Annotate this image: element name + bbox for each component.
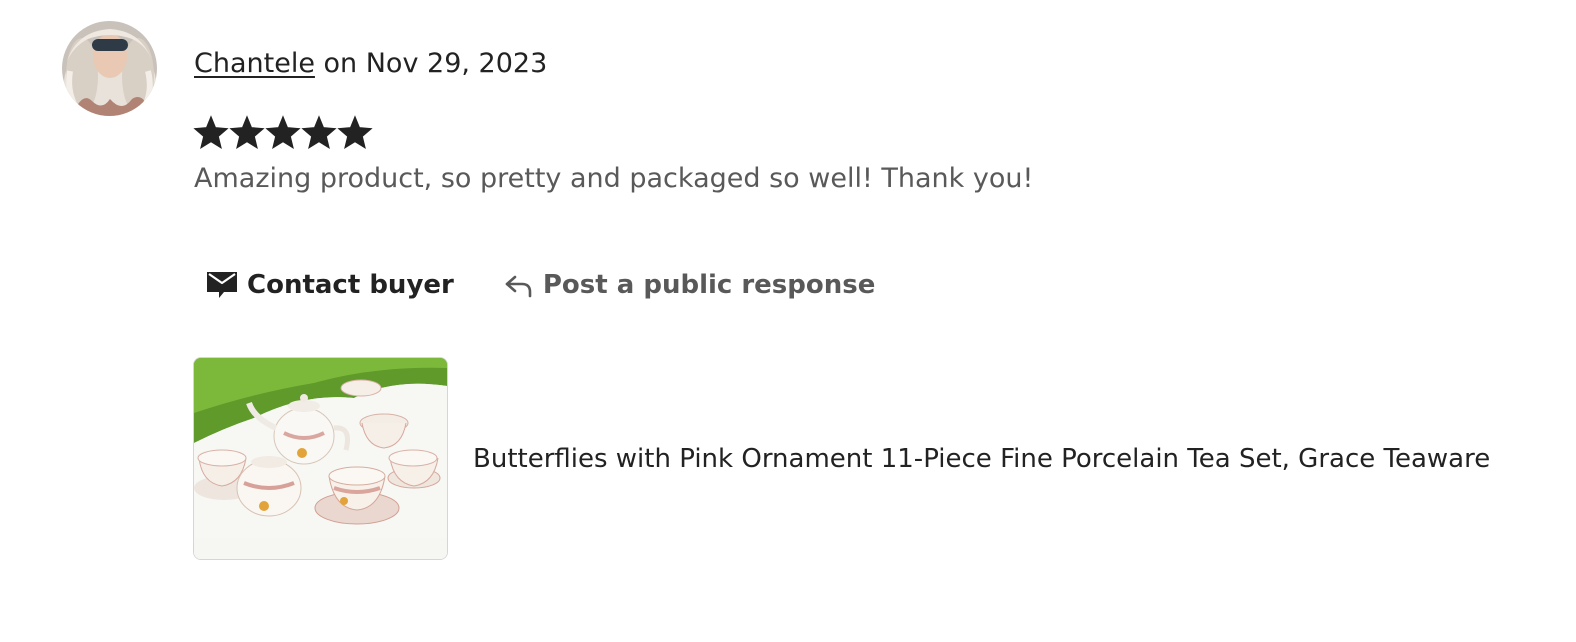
contact-buyer-button[interactable]: Contact buyer: [206, 270, 454, 300]
contact-buyer-label: Contact buyer: [247, 270, 454, 300]
star-filled-icon: [193, 115, 229, 149]
star-filled-icon: [265, 115, 301, 149]
star-rating: [193, 114, 373, 152]
review-header: Chantele on Nov 29, 2023: [194, 44, 547, 84]
listing-title[interactable]: Butterflies with Pink Ornament 11-Piece …: [473, 439, 1490, 479]
star-filled-icon: [301, 115, 337, 149]
post-public-response-label: Post a public response: [542, 270, 876, 300]
avatar-image: [62, 21, 157, 116]
tea-set-image: [194, 358, 447, 559]
post-public-response-button[interactable]: Post a public response: [504, 270, 876, 300]
star-filled-icon: [229, 115, 265, 149]
reply-arrow-icon: [505, 275, 532, 298]
review-date: on Nov 29, 2023: [314, 48, 548, 79]
reviewer-name-link[interactable]: Chantele: [194, 48, 315, 79]
reviewer-avatar[interactable]: [62, 21, 157, 116]
listing-thumbnail[interactable]: [193, 357, 448, 560]
review-card: Chantele on Nov 29, 2023 Amazing product…: [0, 0, 1576, 642]
mail-icon: [207, 272, 237, 298]
star-filled-icon: [337, 115, 373, 149]
review-actions: Contact buyer Post a public response: [206, 265, 875, 305]
review-text: Amazing product, so pretty and packaged …: [194, 163, 1034, 194]
listing-item[interactable]: Butterflies with Pink Ornament 11-Piece …: [193, 357, 1490, 560]
